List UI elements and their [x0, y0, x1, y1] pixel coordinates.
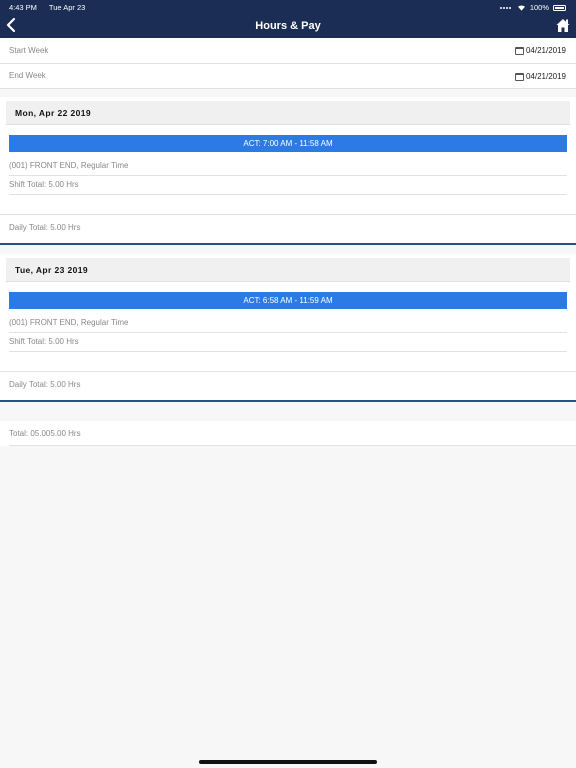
status-date: Tue Apr 23 [48, 3, 86, 12]
battery-icon [553, 4, 566, 11]
divider [0, 63, 576, 64]
job-description: (001) FRONT END, Regular Time [9, 161, 129, 170]
end-week-date-picker[interactable]: 04/21/2019 [514, 72, 566, 81]
day-date: Mon, Apr 22 2019 [15, 108, 91, 118]
day-card: Mon, Apr 22 2019 ACT: 7:00 AM - 11:58 AM… [0, 97, 576, 243]
calendar-icon [514, 46, 524, 55]
divider [0, 371, 576, 372]
week-filter-panel: Start Week 04/21/2019 End Week 04/21/201… [0, 38, 576, 89]
home-button[interactable] [555, 16, 571, 34]
day-card: Tue, Apr 23 2019 ACT: 6:58 AM - 11:59 AM… [0, 254, 576, 400]
divider [0, 88, 576, 89]
wifi-icon [517, 5, 525, 11]
divider [9, 351, 567, 352]
shift-total: Shift Total: 5.00 Hrs [9, 337, 79, 346]
home-indicator[interactable] [199, 760, 377, 764]
home-icon [556, 19, 570, 32]
start-week-date-picker[interactable]: 04/21/2019 [514, 46, 566, 55]
divider [9, 332, 567, 333]
day-date: Tue, Apr 23 2019 [15, 265, 89, 275]
battery-percent: 100% [529, 3, 549, 12]
divider [9, 194, 567, 195]
actual-punch-bar[interactable]: ACT: 7:00 AM - 11:58 AM [9, 135, 567, 152]
job-description: (001) FRONT END, Regular Time [9, 318, 129, 327]
end-week-value: 04/21/2019 [525, 72, 566, 81]
day-separator [0, 243, 576, 245]
shift-total: Shift Total: 5.00 Hrs [9, 180, 79, 189]
status-bar-left: 4:43 PM Tue Apr 23 [9, 3, 95, 12]
actual-punch-bar[interactable]: ACT: 6:58 AM - 11:59 AM [9, 292, 567, 309]
back-button[interactable] [4, 16, 20, 34]
grand-total: Total: 05.005.00 Hrs [9, 429, 81, 438]
end-week-label: End Week [9, 71, 46, 80]
divider [0, 214, 576, 215]
navigation-bar: 4:43 PM Tue Apr 23 100% Hours & Pay [0, 0, 576, 38]
chevron-left-icon [6, 17, 16, 33]
status-bar-right: 100% [499, 3, 566, 12]
day-header: Tue, Apr 23 2019 [6, 258, 570, 282]
daily-total: Daily Total: 5.00 Hrs [9, 223, 81, 232]
page-title: Hours & Pay [255, 20, 321, 32]
calendar-icon [514, 72, 524, 81]
start-week-value: 04/21/2019 [525, 46, 566, 55]
grand-total-row: Total: 05.005.00 Hrs [0, 421, 576, 446]
day-header: Mon, Apr 22 2019 [6, 101, 570, 125]
day-separator [0, 400, 576, 402]
start-week-label: Start Week [9, 46, 49, 55]
daily-total: Daily Total: 5.00 Hrs [9, 380, 81, 389]
signal-dots-icon [499, 6, 511, 9]
divider [9, 175, 567, 176]
divider [9, 445, 576, 446]
status-time: 4:43 PM [9, 3, 37, 12]
